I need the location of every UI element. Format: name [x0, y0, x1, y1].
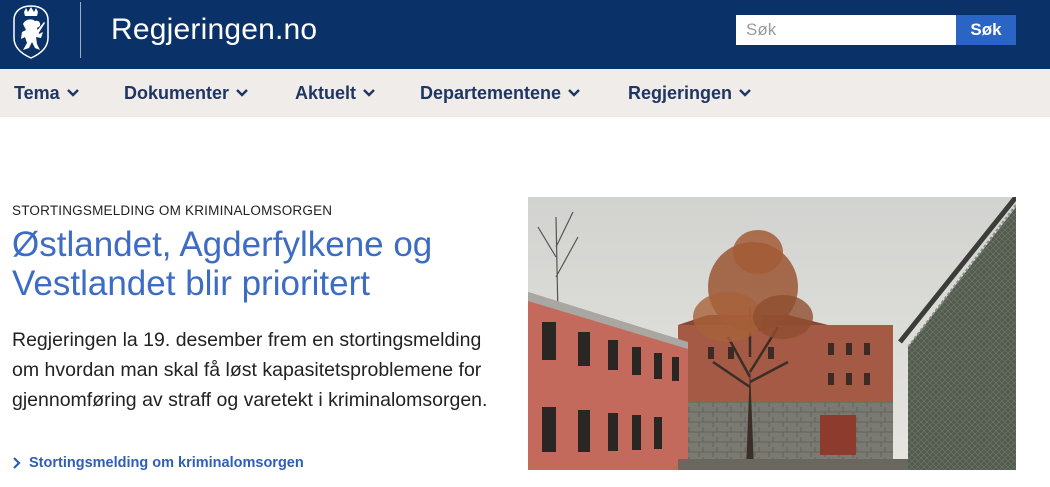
nav-item-label: Regjeringen [628, 82, 733, 103]
chevron-right-icon [13, 457, 21, 469]
nav-item-departementene[interactable]: Departementene [420, 69, 581, 117]
related-document-link[interactable]: Stortingsmelding om kriminalomsorgen [12, 455, 304, 471]
nav-item-regjeringen[interactable]: Regjeringen [628, 69, 752, 117]
article-lead: Regjeringen la 19. desember frem en stor… [12, 329, 488, 411]
chevron-down-icon [363, 89, 375, 97]
main-nav: Tema Dokumenter Aktuelt Departementene R… [0, 69, 1050, 117]
nav-item-label: Aktuelt [295, 82, 357, 103]
article-headline[interactable]: Østlandet, Agderfylkene og Vestlandet bl… [12, 225, 512, 303]
prison-courtyard-photo[interactable] [528, 197, 1016, 470]
site-title[interactable]: Regjeringen.no [111, 12, 317, 48]
chevron-down-icon [66, 89, 79, 97]
coat-of-arms-lion-icon[interactable] [10, 4, 52, 60]
nav-item-dokumenter[interactable]: Dokumenter [124, 69, 249, 117]
chevron-down-icon [568, 89, 580, 97]
top-header: Regjeringen.no Søk [0, 0, 1050, 69]
chevron-down-icon [739, 89, 751, 97]
nav-item-label: Tema [14, 82, 60, 103]
search-input[interactable] [736, 15, 956, 45]
related-link-label: Stortingsmelding om kriminalomsorgen [29, 455, 304, 471]
search-button[interactable]: Søk [956, 15, 1016, 45]
header-divider [80, 2, 81, 58]
chevron-down-icon [236, 89, 248, 97]
nav-item-aktuelt[interactable]: Aktuelt [295, 69, 376, 117]
article-kicker: STORTINGSMELDING OM KRIMINALOMSORGEN [12, 203, 333, 218]
nav-item-tema[interactable]: Tema [14, 69, 80, 117]
nav-item-label: Dokumenter [124, 82, 230, 103]
nav-item-label: Departementene [420, 82, 562, 103]
